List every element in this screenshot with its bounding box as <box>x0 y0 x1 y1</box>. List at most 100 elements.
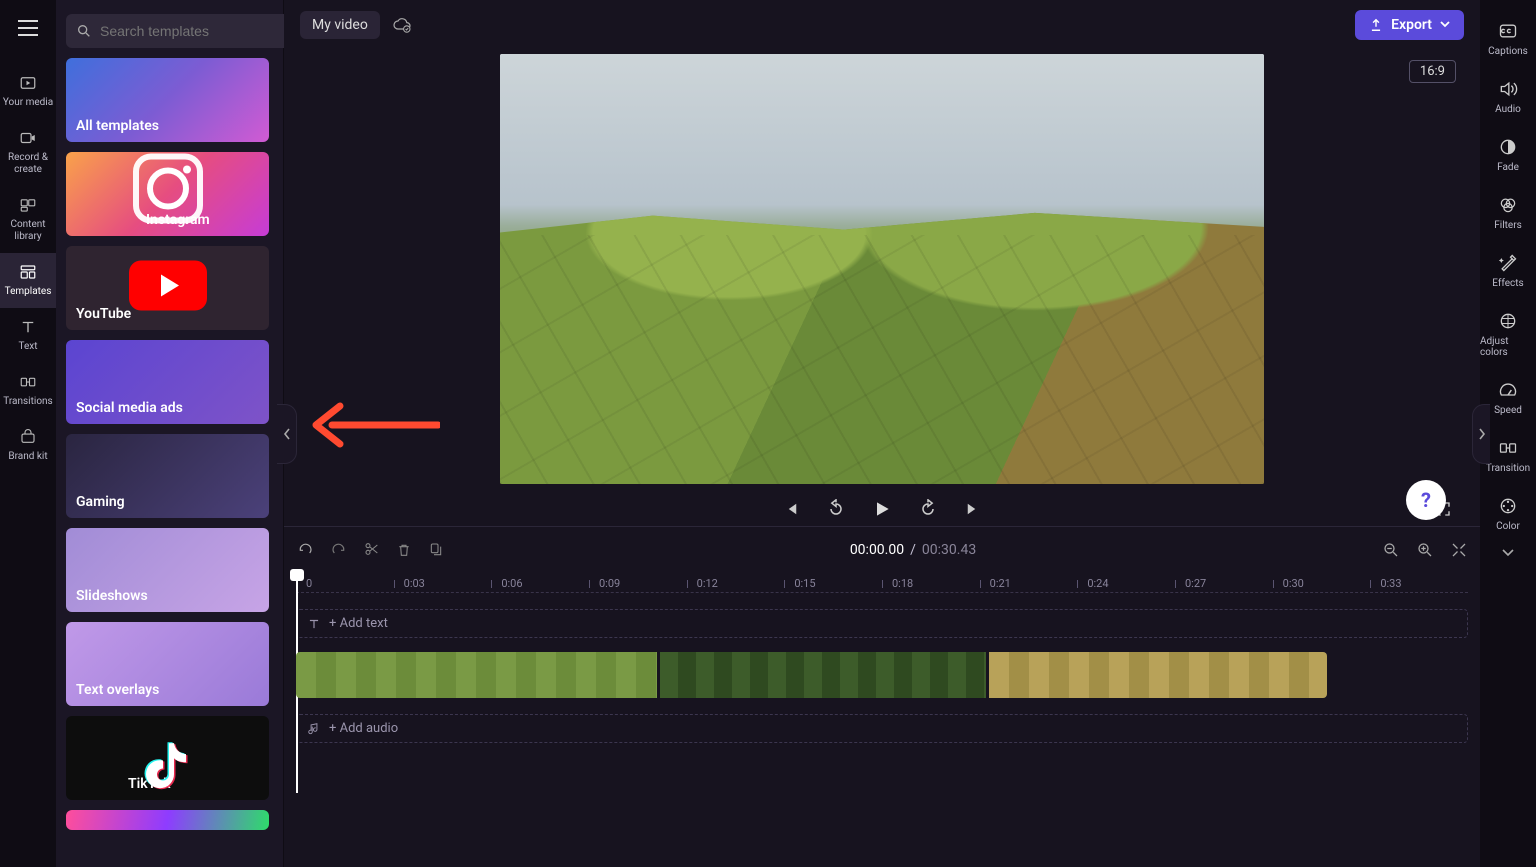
timeline-ruler[interactable]: 0 0:03 0:06 0:09 0:12 0:15 0:18 0:21 0:2… <box>296 573 1468 593</box>
tool-captions[interactable]: Captions <box>1480 10 1536 68</box>
chevron-down-icon <box>1440 21 1450 29</box>
nav-record-create[interactable]: Record & create <box>0 119 56 186</box>
timeline-time: 00:00.00 / 00:30.43 <box>850 542 976 558</box>
speed-icon <box>1498 380 1518 400</box>
template-gaming[interactable]: Gaming <box>66 434 269 518</box>
template-tiktok[interactable]: TikTok <box>66 716 269 800</box>
template-all[interactable]: All templates <box>66 58 269 142</box>
search-icon <box>76 23 92 39</box>
clip-2[interactable] <box>660 652 986 698</box>
chevron-down-icon <box>1502 549 1514 557</box>
player-controls <box>284 484 1480 526</box>
play-button[interactable] <box>872 498 892 520</box>
tick: 0:33 <box>1370 577 1468 590</box>
tiktok-icon <box>142 739 194 795</box>
time-sep: / <box>910 542 916 558</box>
skip-next-icon <box>964 500 982 518</box>
chevron-left-icon <box>283 428 291 440</box>
fit-icon <box>1450 541 1468 559</box>
template-label: All templates <box>76 118 159 134</box>
cut-button[interactable] <box>364 541 380 559</box>
nav-label: Content library <box>0 219 56 243</box>
redo-button[interactable] <box>330 541 348 559</box>
rewind-button[interactable] <box>826 499 846 519</box>
brandkit-icon <box>19 428 37 446</box>
template-label: Gaming <box>76 494 125 510</box>
tool-effects[interactable]: Effects <box>1480 242 1536 300</box>
template-slideshows[interactable]: Slideshows <box>66 528 269 612</box>
skip-start-button[interactable] <box>782 500 800 518</box>
color-icon <box>1498 496 1518 516</box>
tick: 0:30 <box>1273 577 1371 590</box>
duplicate-button[interactable] <box>428 541 444 559</box>
redo-icon <box>330 541 348 557</box>
right-panel-collapse-button[interactable] <box>1472 404 1490 464</box>
skip-end-button[interactable] <box>964 500 982 518</box>
template-label: YouTube <box>76 306 131 322</box>
cloud-sync-icon[interactable] <box>392 17 412 33</box>
template-more[interactable] <box>66 810 269 830</box>
skip-previous-icon <box>782 500 800 518</box>
search-input-wrap[interactable] <box>66 14 291 48</box>
video-track[interactable] <box>296 652 1327 698</box>
delete-button[interactable] <box>396 541 412 559</box>
panel-collapse-button[interactable] <box>277 404 297 464</box>
template-text-overlays[interactable]: Text overlays <box>66 622 269 706</box>
nav-templates[interactable]: Templates <box>0 253 56 308</box>
forward-button[interactable] <box>918 499 938 519</box>
fit-button[interactable] <box>1450 541 1468 559</box>
preview-zone: 16:9 <box>284 50 1480 484</box>
nav-text[interactable]: Text <box>0 308 56 363</box>
export-button[interactable]: Export <box>1355 10 1464 40</box>
tick: 0:21 <box>980 577 1078 590</box>
zoom-in-button[interactable] <box>1416 541 1434 559</box>
nav-brand-kit[interactable]: Brand kit <box>0 418 56 473</box>
project-name[interactable]: My video <box>300 11 380 39</box>
tool-label: Audio <box>1495 104 1521 115</box>
video-preview[interactable] <box>500 54 1264 484</box>
left-nav: Your media Record & create Content libra… <box>0 0 56 867</box>
clip-3[interactable] <box>989 652 1327 698</box>
tool-adjust-colors[interactable]: Adjust colors <box>1480 300 1536 369</box>
transitions-icon <box>19 373 37 391</box>
tool-label: Transition <box>1486 463 1530 474</box>
tool-more[interactable] <box>1480 543 1536 563</box>
rewind-5-icon <box>826 499 846 519</box>
help-button[interactable]: ? <box>1406 480 1446 520</box>
search-input[interactable] <box>100 23 281 39</box>
tool-label: Speed <box>1494 405 1522 416</box>
template-instagram[interactable]: Instagram <box>66 152 269 236</box>
hamburger-icon <box>18 20 38 36</box>
tick: 0:18 <box>882 577 980 590</box>
template-label: Slideshows <box>76 588 148 604</box>
nav-content-library[interactable]: Content library <box>0 186 56 253</box>
nav-your-media[interactable]: Your media <box>0 64 56 119</box>
captions-icon <box>1498 21 1518 41</box>
library-icon <box>19 196 37 214</box>
text-track[interactable]: + Add text <box>296 609 1468 638</box>
template-youtube[interactable]: YouTube <box>66 246 269 330</box>
clip-1[interactable] <box>296 652 657 698</box>
zoom-out-icon <box>1382 541 1400 559</box>
tick: 0 <box>296 577 394 590</box>
undo-button[interactable] <box>296 541 314 559</box>
tool-fade[interactable]: Fade <box>1480 126 1536 184</box>
aspect-ratio-button[interactable]: 16:9 <box>1409 60 1456 83</box>
template-list[interactable]: All templates Instagram YouTube Social m… <box>66 58 273 867</box>
audio-track[interactable]: + Add audio <box>296 714 1468 743</box>
tick: 0:15 <box>784 577 882 590</box>
tool-audio[interactable]: Audio <box>1480 68 1536 126</box>
timeline-toolbar: 00:00.00 / 00:30.43 <box>296 527 1468 573</box>
templates-icon <box>19 263 37 281</box>
menu-button[interactable] <box>6 6 50 50</box>
export-label: Export <box>1391 17 1432 33</box>
nav-label: Record & create <box>0 152 56 176</box>
tool-color[interactable]: Color <box>1480 485 1536 543</box>
template-social-media-ads[interactable]: Social media ads <box>66 340 269 424</box>
zoom-out-button[interactable] <box>1382 541 1400 559</box>
nav-transitions[interactable]: Transitions <box>0 363 56 418</box>
add-audio-label: + Add audio <box>329 721 398 736</box>
tool-filters[interactable]: Filters <box>1480 184 1536 242</box>
tool-label: Effects <box>1492 278 1523 289</box>
tick: 0:09 <box>589 577 687 590</box>
